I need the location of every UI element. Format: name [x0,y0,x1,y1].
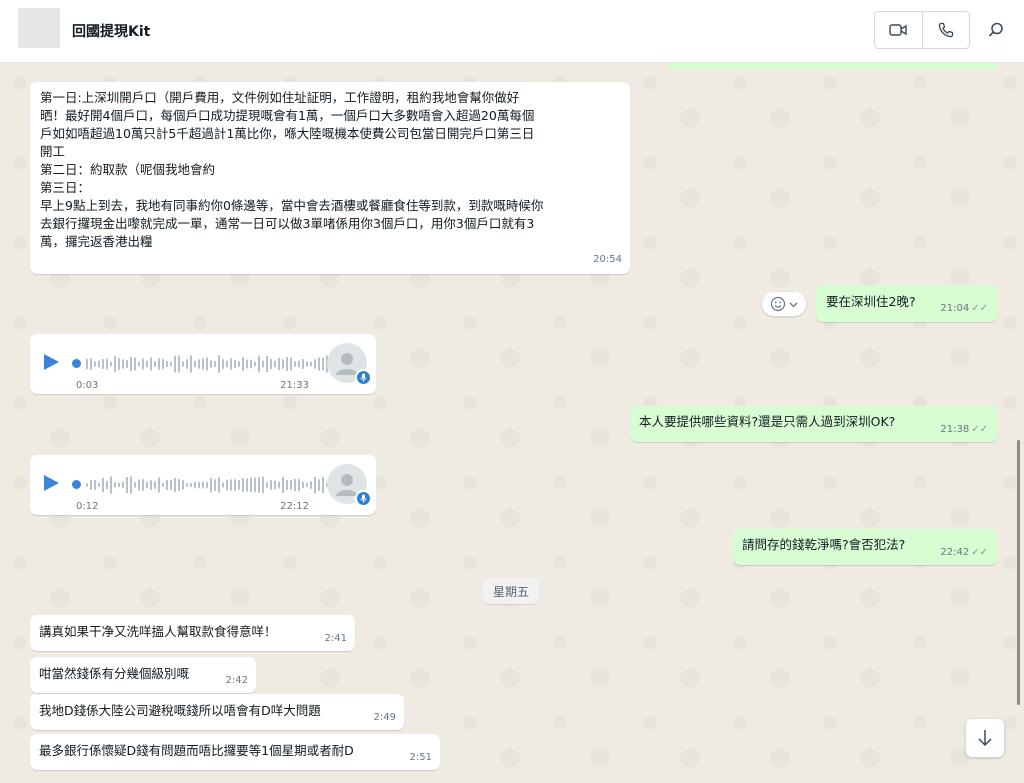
incoming-message[interactable]: 咁當然錢係有分幾個級別嘅 2:42 [30,657,256,693]
outgoing-message[interactable]: 本人要提供哪些資料?還是只需人過到深圳OK? 21:38 ✓✓ [630,406,998,442]
outgoing-message[interactable]: 請問存的錢乾淨嗎?會否犯法? 22:42 ✓✓ [733,529,998,565]
incoming-message[interactable]: 講真如果干净又洗咩搵人幫取款食得意咩！ 2:41 [30,615,355,651]
microphone-icon [355,369,372,386]
message-text: 講真如果干净又洗咩搵人幫取款食得意咩！ [39,624,277,639]
waveform[interactable] [86,475,336,495]
reaction-button[interactable] [762,292,806,316]
voice-message[interactable]: 0:03 21:33 [30,334,376,394]
message-time: 2:42 [225,675,248,686]
call-button-group [874,11,970,49]
voice-call-button[interactable] [921,12,970,48]
voice-duration: 0:12 [76,501,99,512]
message-text: 第一日:上深圳開戶口（開戶費用，文件例如住址証明，工作證明，租約我地會幫你做好 … [40,90,544,249]
message-list[interactable]: 第一日:上深圳開戶口（開戶費用，文件例如住址証明，工作證明，租約我地會幫你做好 … [0,63,1024,783]
play-icon[interactable] [44,354,59,370]
playback-scrubber[interactable] [72,480,81,489]
playback-scrubber[interactable] [72,359,81,368]
arrow-down-icon [978,730,992,747]
chevron-down-icon [789,302,798,307]
phone-icon [938,22,953,38]
message-text: 咁當然錢係有分幾個級別嘅 [39,666,190,681]
incoming-message[interactable]: 最多銀行係懷疑D錢有問題而唔比攞要等1個星期或者耐D 2:51 [30,734,440,770]
read-receipt-icon: ✓✓ [971,547,988,558]
message-time: 22:12 [280,501,309,512]
scrollbar[interactable] [1017,440,1020,705]
chat-header: 回國提現Kit [0,0,1024,63]
message-time: 21:38 ✓✓ [940,424,988,435]
message-time: 22:42 ✓✓ [940,547,988,558]
video-call-button[interactable] [875,12,922,48]
message-time: 20:54 [593,254,622,265]
video-camera-icon [889,24,907,36]
outgoing-message[interactable]: 要在深圳住2晚? 21:04 ✓✓ [816,285,998,322]
read-receipt-icon: ✓✓ [971,424,988,435]
voice-message[interactable]: 0:12 22:12 [30,455,376,515]
incoming-message[interactable]: 第一日:上深圳開戶口（開戶費用，文件例如住址証明，工作證明，租約我地會幫你做好 … [30,82,630,274]
voice-duration: 0:03 [76,380,99,391]
date-divider: 星期五 [483,578,539,604]
message-text: 本人要提供哪些資料?還是只需人過到深圳OK? [639,414,896,429]
message-text: 我地D錢係大陸公司避稅嘅錢所以唔會有D咩大問題 [39,703,321,718]
contact-name[interactable]: 回國提現Kit [72,21,150,41]
message-time: 2:49 [373,712,396,723]
play-icon[interactable] [44,475,59,491]
message-time: 2:41 [324,633,347,644]
search-button[interactable] [984,18,1008,42]
message-time: 2:51 [409,752,432,763]
contact-avatar[interactable] [18,8,60,48]
incoming-message[interactable]: 我地D錢係大陸公司避稅嘅錢所以唔會有D咩大問題 2:49 [30,694,404,730]
scroll-to-bottom-button[interactable] [966,719,1004,757]
search-icon [988,22,1003,37]
message-time: 21:33 [280,380,309,391]
microphone-icon [355,490,372,507]
message-time: 21:04 ✓✓ [940,303,988,314]
waveform[interactable] [86,354,336,374]
previous-message-bubble [668,63,998,70]
read-receipt-icon: ✓✓ [971,303,988,314]
message-text: 最多銀行係懷疑D錢有問題而唔比攞要等1個星期或者耐D [39,743,354,758]
emoji-icon [770,296,786,312]
